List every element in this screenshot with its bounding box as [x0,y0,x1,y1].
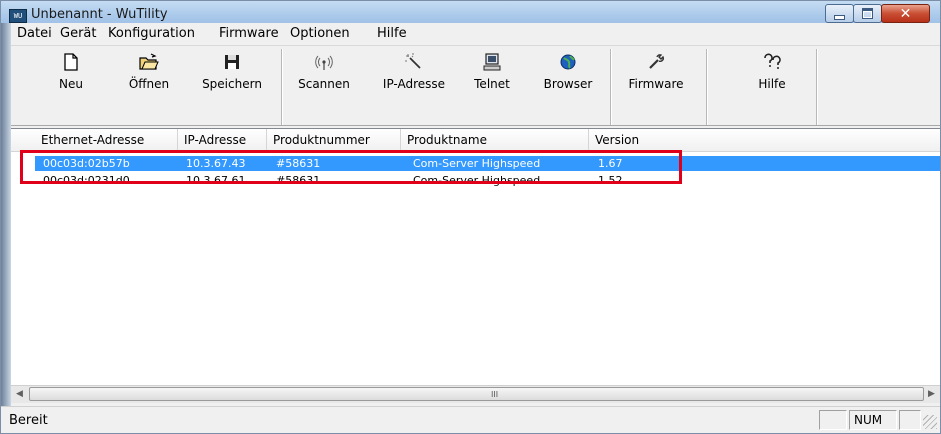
close-button[interactable]: ✕ [881,4,930,23]
firmware-button[interactable]: Firmware [618,48,694,124]
browser-globe-icon [560,54,576,70]
list-header: Ethernet-Adresse IP-Adresse Produktnumme… [11,129,940,152]
horizontal-scrollbar[interactable]: ◀ III ▶ [11,385,940,403]
status-text: Bereit [9,413,48,428]
browser-label: Browser [543,77,593,91]
column-product-name[interactable]: Produktname [401,129,589,151]
open-button[interactable]: Öffnen [118,48,180,124]
app-icon[interactable]: WU [9,9,27,23]
scroll-left-icon[interactable]: ◀ [11,386,28,403]
column-version[interactable]: Version [589,129,940,151]
browser-button[interactable]: Browser [538,48,598,124]
firmware-label: Firmware [628,77,684,91]
menu-konfiguration[interactable]: Konfiguration [108,26,195,41]
status-pane-scroll [899,410,921,430]
menu-datei[interactable]: Datei [17,26,52,41]
status-pane-num: NUM [849,410,897,430]
new-button[interactable]: Neu [45,48,97,124]
toolbar-separator [610,49,612,125]
open-folder-icon [139,53,159,70]
firmware-wrench-icon [649,54,664,69]
window-left-border [1,23,11,406]
new-label: Neu [59,77,83,91]
scan-label: Scannen [298,77,350,91]
new-document-icon [64,53,78,71]
ip-address-button[interactable]: IP-Adresse [374,48,454,124]
scroll-grip-icon: III [491,390,499,399]
ip-address-label: IP-Adresse [382,77,446,91]
help-icon [764,53,781,69]
help-label: Hilfe [758,77,786,91]
column-ip-address[interactable]: IP-Adresse [178,129,267,151]
telnet-label: Telnet [474,77,510,91]
status-bar: Bereit NUM [1,406,940,433]
window-title: Unbenannt - WuTility [31,7,168,22]
menu-firmware[interactable]: Firmware [219,26,279,41]
scroll-thumb[interactable]: III [29,387,924,401]
save-disk-icon [225,55,239,69]
scan-antenna-icon [315,55,333,70]
menu-hilfe[interactable]: Hilfe [377,26,407,41]
telnet-button[interactable]: Telnet [467,48,517,124]
column-ethernet-address[interactable]: Ethernet-Adresse [35,129,178,151]
menu-geraet[interactable]: Gerät [60,26,96,41]
minimize-icon [834,14,845,20]
telnet-terminal-icon [483,53,501,71]
scan-button[interactable]: Scannen [294,48,354,124]
scroll-right-icon[interactable]: ▶ [923,386,940,403]
help-button[interactable]: Hilfe [747,48,797,124]
toolbar: Neu Öffnen Speichern Scannen IP-Adresse … [11,46,940,126]
minimize-button[interactable] [825,4,854,23]
menu-optionen[interactable]: Optionen [290,26,350,41]
save-button[interactable]: Speichern [199,48,265,124]
status-pane-caps [819,410,847,430]
toolbar-separator [816,49,818,125]
toolbar-separator [281,49,283,125]
close-icon: ✕ [899,5,912,22]
save-label: Speichern [202,77,262,91]
open-label: Öffnen [128,77,170,91]
selection-highlight-box [20,150,682,184]
toolbar-separator [706,49,708,125]
menu-bar: Datei Gerät Konfiguration Firmware Optio… [11,23,940,46]
column-product-number[interactable]: Produktnummer [267,129,401,151]
resize-grip-icon[interactable] [923,415,937,429]
app-window: WU Unbenannt - WuTility ✕ Datei Gerät Ko… [0,0,941,434]
maximize-button[interactable] [853,4,882,23]
maximize-icon [862,8,873,19]
ip-address-wand-icon [405,53,421,69]
